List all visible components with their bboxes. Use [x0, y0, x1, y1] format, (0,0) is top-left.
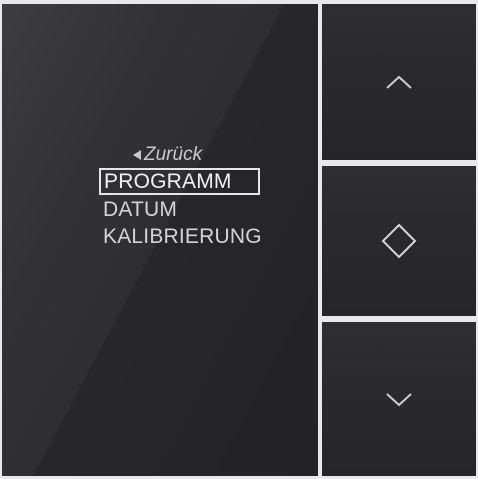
chevron-up-icon — [386, 75, 412, 89]
ok-button[interactable] — [322, 166, 476, 316]
display-screen: Zurück PROGRAMM DATUM KALIBRIERUNG — [2, 4, 318, 476]
settings-menu: Zurück PROGRAMM DATUM KALIBRIERUNG — [99, 144, 309, 250]
chevron-down-icon — [386, 393, 412, 407]
thermostat-device: Zurück PROGRAMM DATUM KALIBRIERUNG — [0, 0, 478, 479]
up-button[interactable] — [322, 4, 476, 160]
back-arrow-icon — [133, 150, 141, 160]
menu-item-programm[interactable]: PROGRAMM — [99, 168, 260, 195]
menu-item-datum[interactable]: DATUM — [99, 196, 309, 223]
down-button[interactable] — [322, 322, 476, 476]
diamond-icon — [381, 223, 417, 259]
back-label: Zurück — [144, 144, 203, 165]
back-menu-item[interactable]: Zurück — [133, 144, 309, 166]
menu-item-kalibrierung[interactable]: KALIBRIERUNG — [99, 223, 309, 250]
